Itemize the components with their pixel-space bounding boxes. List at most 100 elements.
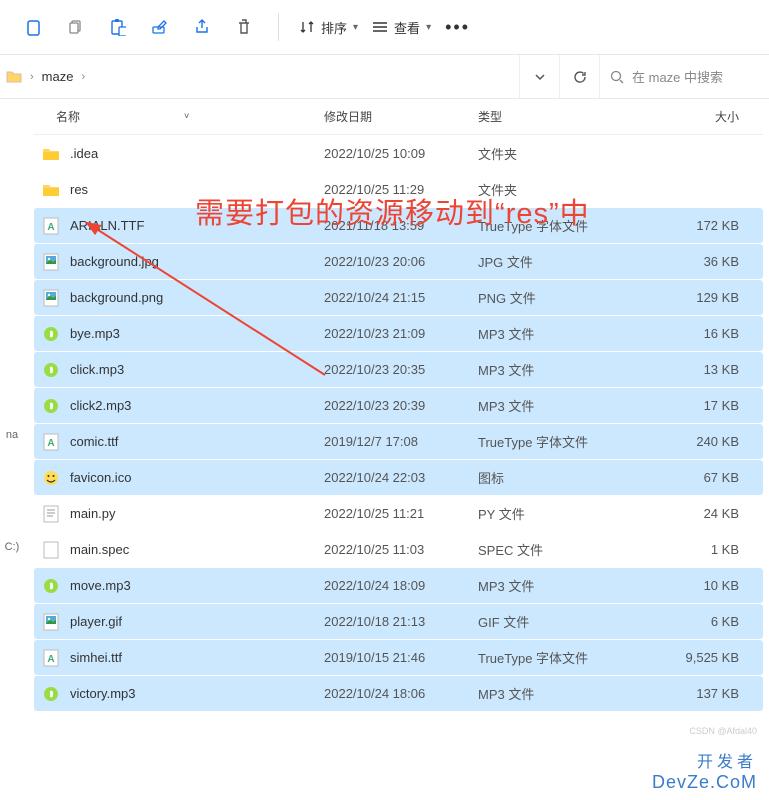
table-row[interactable]: background.jpg2022/10/23 20:06JPG 文件36 K… (34, 244, 763, 279)
header-type[interactable]: 类型 (478, 108, 608, 125)
file-name: click2.mp3 (70, 398, 324, 413)
table-row[interactable]: bye.mp32022/10/23 21:09MP3 文件16 KB (34, 316, 763, 351)
file-size: 67 KB (608, 470, 763, 485)
file-date: 2022/10/24 21:15 (324, 290, 478, 305)
dropdown-button[interactable] (519, 55, 559, 99)
table-row[interactable]: .idea2022/10/25 10:09文件夹 (34, 136, 763, 171)
file-size: 1 KB (608, 542, 763, 557)
audio-icon (40, 575, 62, 597)
header-date[interactable]: 修改日期 (324, 108, 478, 125)
file-name: bye.mp3 (70, 326, 324, 341)
svg-text:A: A (47, 222, 54, 233)
file-date: 2022/10/23 20:35 (324, 362, 478, 377)
table-row[interactable]: player.gif2022/10/18 21:13GIF 文件6 KB (34, 604, 763, 639)
table-row[interactable]: Acomic.ttf2019/12/7 17:08TrueType 字体文件24… (34, 424, 763, 459)
view-icon (372, 21, 388, 33)
table-row[interactable]: click2.mp32022/10/23 20:39MP3 文件17 KB (34, 388, 763, 423)
file-name: move.mp3 (70, 578, 324, 593)
folder-icon (40, 179, 62, 201)
breadcrumb[interactable]: › maze › (0, 69, 519, 85)
file-type: TrueType 字体文件 (478, 432, 608, 451)
file-name: player.gif (70, 614, 324, 629)
file-date: 2022/10/24 18:09 (324, 578, 478, 593)
header-size[interactable]: 大小 (608, 108, 763, 125)
rename-icon[interactable] (146, 13, 174, 41)
side-label-c: C:) (5, 541, 20, 553)
font-icon: A (40, 647, 62, 669)
file-date: 2022/10/24 22:03 (324, 470, 478, 485)
file-icon (40, 539, 62, 561)
file-size: 129 KB (608, 290, 763, 305)
file-name: comic.ttf (70, 434, 324, 449)
svg-text:A: A (47, 654, 54, 665)
file-type: GIF 文件 (478, 612, 608, 631)
audio-icon (40, 323, 62, 345)
side-label-na: na (6, 429, 18, 441)
table-row[interactable]: background.png2022/10/24 21:15PNG 文件129 … (34, 280, 763, 315)
sort-button[interactable]: 排序 ▾ (299, 18, 358, 37)
search-box[interactable]: 在 maze 中搜索 (599, 55, 769, 99)
file-type: SPEC 文件 (478, 540, 608, 559)
file-date: 2022/10/23 20:39 (324, 398, 478, 413)
content: na C:) 名称 ˅ 修改日期 类型 大小 .idea2022/10/25 1… (0, 99, 769, 799)
table-row[interactable]: click.mp32022/10/23 20:35MP3 文件13 KB (34, 352, 763, 387)
svg-text:A: A (47, 438, 54, 449)
more-button[interactable]: ••• (445, 17, 470, 38)
watermark-line2: DevZe.CoM (652, 772, 757, 794)
file-name: background.jpg (70, 254, 324, 269)
table-row[interactable]: main.py2022/10/25 11:21PY 文件24 KB (34, 496, 763, 531)
file-size: 10 KB (608, 578, 763, 593)
share-icon[interactable] (188, 13, 216, 41)
file-date: 2022/10/23 20:06 (324, 254, 478, 269)
file-size: 24 KB (608, 506, 763, 521)
file-date: 2021/11/18 13:59 (324, 218, 478, 233)
sidebar-strip: na C:) (0, 99, 24, 799)
file-date: 2022/10/24 18:06 (324, 686, 478, 701)
file-name: background.png (70, 290, 324, 305)
table-row[interactable]: victory.mp32022/10/24 18:06MP3 文件137 KB (34, 676, 763, 711)
file-name: simhei.ttf (70, 650, 324, 665)
folder-icon (40, 143, 62, 165)
table-row[interactable]: AARIALN.TTF2021/11/18 13:59TrueType 字体文件… (34, 208, 763, 243)
paste-icon[interactable] (104, 13, 132, 41)
font-icon: A (40, 431, 62, 453)
sort-icon (299, 20, 315, 34)
file-type: MP3 文件 (478, 396, 608, 415)
table-row[interactable]: res2022/10/25 11:29文件夹 (34, 172, 763, 207)
file-type: MP3 文件 (478, 684, 608, 703)
view-button[interactable]: 查看 ▾ (372, 18, 431, 37)
table-row[interactable]: move.mp32022/10/24 18:09MP3 文件10 KB (34, 568, 763, 603)
table-row[interactable]: main.spec2022/10/25 11:03SPEC 文件1 KB (34, 532, 763, 567)
sort-indicator-icon: ˅ (184, 111, 189, 121)
table-row[interactable]: Asimhei.ttf2019/10/15 21:46TrueType 字体文件… (34, 640, 763, 675)
audio-icon (40, 683, 62, 705)
file-size: 137 KB (608, 686, 763, 701)
toolbar: 排序 ▾ 查看 ▾ ••• (0, 0, 769, 55)
file-size: 16 KB (608, 326, 763, 341)
audio-icon (40, 395, 62, 417)
img-icon (40, 611, 62, 633)
refresh-button[interactable] (559, 55, 599, 99)
file-type: PNG 文件 (478, 288, 608, 307)
file-type: MP3 文件 (478, 324, 608, 343)
watermark-line1: 开发者 (652, 753, 757, 772)
copy-icon[interactable] (62, 13, 90, 41)
header-name[interactable]: 名称 (34, 108, 324, 125)
file-size: 240 KB (608, 434, 763, 449)
table-row[interactable]: favicon.ico2022/10/24 22:03图标67 KB (34, 460, 763, 495)
file-type: PY 文件 (478, 504, 608, 523)
file-type: 文件夹 (478, 180, 608, 199)
new-tab-icon[interactable] (20, 13, 48, 41)
file-date: 2022/10/25 11:21 (324, 506, 478, 521)
breadcrumb-current[interactable]: maze (42, 69, 74, 84)
search-icon (610, 70, 624, 84)
file-date: 2022/10/25 10:09 (324, 146, 478, 161)
delete-icon[interactable] (230, 13, 258, 41)
file-size: 172 KB (608, 218, 763, 233)
file-date: 2019/12/7 17:08 (324, 434, 478, 449)
file-name: res (70, 182, 324, 197)
file-type: 图标 (478, 468, 608, 487)
watermark-csdn: CSDN @Afdal40 (689, 726, 757, 736)
img-icon (40, 251, 62, 273)
chevron-right-icon: › (75, 71, 91, 83)
